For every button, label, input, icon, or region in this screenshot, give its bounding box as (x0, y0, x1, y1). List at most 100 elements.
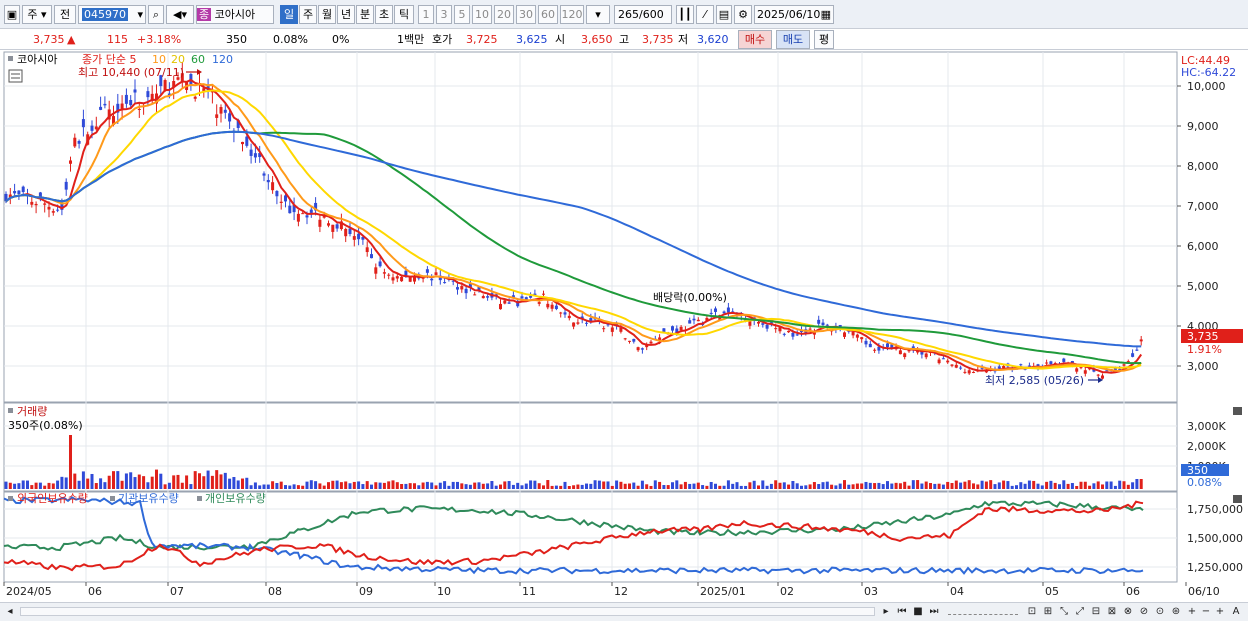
forward-icon[interactable]: ⏭ (926, 604, 942, 620)
settings-gear-icon[interactable]: ⚙ (734, 5, 752, 24)
volume-bar (980, 480, 984, 489)
font-size-icon[interactable]: A (1228, 604, 1244, 620)
interval-3[interactable]: 3 (436, 5, 452, 24)
volume-bar (361, 484, 365, 489)
pane-handle-icon[interactable] (8, 56, 13, 61)
volume-bar (1040, 485, 1044, 489)
tool-icon-2[interactable]: ⊞ (1040, 604, 1056, 620)
volume-bar (1088, 485, 1092, 489)
period-minute[interactable]: 분 (356, 5, 374, 24)
volume-bar (202, 476, 206, 489)
candle-body (997, 366, 1001, 369)
volume-bar (266, 484, 270, 489)
zoom-slider[interactable] (948, 609, 1018, 615)
period-tick[interactable]: 틱 (394, 5, 414, 24)
volume-bar (924, 481, 928, 489)
stock-name-field[interactable]: 종 코아시아 (196, 5, 274, 24)
interval-20[interactable]: 20 (494, 5, 514, 24)
volume-pane-close-icon[interactable] (1233, 407, 1242, 415)
volume-pane-frame (3, 402, 1178, 492)
volume-bar (542, 485, 545, 489)
tool-icon-3[interactable]: ⤡ (1056, 604, 1072, 620)
interval-dropdown[interactable]: ▾ (586, 5, 610, 24)
indicator-list-icon[interactable] (8, 69, 23, 83)
volume-bar (490, 481, 494, 489)
tool-icon-9[interactable]: ⊙ (1152, 604, 1168, 620)
candle-body (924, 353, 928, 358)
volume-pane-handle[interactable] (8, 408, 13, 413)
volume-bar (963, 481, 967, 489)
tool-icon-4[interactable]: ⤢ (1072, 604, 1088, 620)
period-month[interactable]: 월 (318, 5, 336, 24)
tool-icon-10[interactable]: ⊛ (1168, 604, 1184, 620)
candle-body (408, 277, 412, 282)
interval-10[interactable]: 10 (472, 5, 492, 24)
count-field[interactable]: 265/600 (614, 5, 672, 24)
rewind-icon[interactable]: ⏮ (894, 604, 910, 620)
volume-bar (576, 484, 580, 489)
scroll-left-icon[interactable]: ◂ (2, 604, 18, 620)
volume-bar (1139, 479, 1143, 489)
sell-button[interactable]: 매도 (776, 30, 810, 49)
candle-body (370, 254, 373, 259)
scroll-right-icon[interactable]: ▸ (878, 604, 894, 620)
prev-button[interactable]: 전 (54, 5, 76, 24)
buy-button[interactable]: 매수 (738, 30, 772, 49)
plus-icon[interactable]: + (1212, 604, 1228, 620)
volume-bar (198, 473, 201, 489)
average-button[interactable]: 평 (814, 30, 834, 49)
period-second[interactable]: 초 (375, 5, 393, 24)
save-icon[interactable]: ▤ (716, 5, 732, 24)
candle-body (649, 341, 653, 344)
window-menu-icon[interactable]: ▣ (4, 5, 20, 24)
volume-bar (585, 483, 588, 489)
volume-bar (309, 480, 313, 489)
interval-60[interactable]: 60 (538, 5, 558, 24)
volume-bar (744, 485, 748, 489)
search-icon[interactable]: ⌕ (148, 5, 164, 24)
volume-bar (47, 482, 51, 489)
volume-bar (1032, 480, 1036, 489)
candle-type-icon[interactable]: ┃┃ (676, 5, 694, 24)
tool-icon-6[interactable]: ⊠ (1104, 604, 1120, 620)
tool-icon-5[interactable]: ⊟ (1088, 604, 1104, 620)
candle-body (851, 331, 855, 336)
interval-120[interactable]: 120 (560, 5, 584, 24)
horizontal-scrollbar[interactable] (20, 607, 875, 616)
holding-pane-handle[interactable] (8, 496, 13, 501)
tool-icon-1[interactable]: ⊡ (1024, 604, 1040, 620)
speaker-icon[interactable]: ◀▾ (166, 5, 194, 24)
dividend-note: 배당락(0.00%) (653, 291, 727, 304)
stock-code-input[interactable]: 045970 ▾ (78, 5, 146, 24)
tool-icon-7[interactable]: ⊗ (1120, 604, 1136, 620)
candle-body (34, 203, 38, 206)
x-axis-tick: 11 (522, 585, 536, 598)
holding-pane-close-icon[interactable] (1233, 495, 1242, 503)
holding-y-tick: 1,750,000 (1187, 503, 1243, 516)
tool-icon-8[interactable]: ⊘ (1136, 604, 1152, 620)
candle-body (576, 322, 580, 324)
candle-body (868, 343, 872, 348)
interval-1[interactable]: 1 (418, 5, 434, 24)
period-day[interactable]: 일 (280, 5, 298, 24)
holding-y-tick: 1,250,000 (1187, 561, 1243, 574)
candle-body (434, 272, 438, 275)
volume-bar (1066, 483, 1070, 489)
candle-body (499, 303, 502, 310)
volume-bar (1049, 480, 1053, 489)
interval-30[interactable]: 30 (516, 5, 536, 24)
open-label: 시 (555, 33, 566, 46)
stock-chart[interactable]: 10,0009,0008,0007,0006,0005,0004,0003,00… (0, 50, 1248, 602)
candle-body (473, 294, 477, 296)
interval-5[interactable]: 5 (454, 5, 470, 24)
period-week[interactable]: 주 (299, 5, 317, 24)
date-field[interactable]: 2025/06/10 ▦ (754, 5, 834, 24)
calendar-icon[interactable]: ▦ (821, 6, 833, 23)
line-draw-icon[interactable]: ⁄ (696, 5, 714, 24)
price-y-tick: 5,000 (1187, 280, 1219, 293)
stop-icon[interactable]: ■ (910, 604, 926, 620)
period-type-select[interactable]: 주 ▾ (22, 5, 52, 24)
price-y-tick: 7,000 (1187, 200, 1219, 213)
period-year[interactable]: 년 (337, 5, 355, 24)
candle-body (520, 296, 524, 299)
